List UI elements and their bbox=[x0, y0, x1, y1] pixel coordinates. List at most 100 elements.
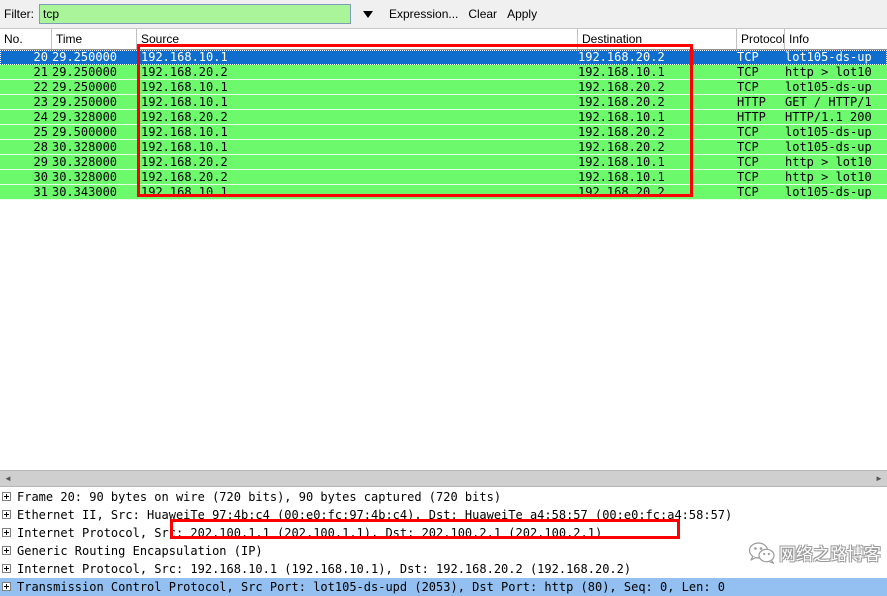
packet-list-header: No. Time Source Destination Protocol Inf… bbox=[0, 29, 887, 50]
cell-src: 192.168.10.1 bbox=[141, 125, 228, 139]
detail-row-label: Frame 20: 90 bytes on wire (720 bits), 9… bbox=[17, 490, 502, 504]
table-row[interactable]: 20 29.250000 192.168.10.1 192.168.20.2 TCP lo… bbox=[0, 50, 887, 65]
cell-no: 25 bbox=[33, 125, 48, 139]
table-row[interactable]: 30 30.328000 192.168.20.2 192.168.10.1 TCP ht… bbox=[0, 170, 887, 185]
cell-time: 29.328000 bbox=[52, 110, 118, 124]
cell-time: 29.250000 bbox=[52, 65, 118, 79]
scrollbar-track[interactable] bbox=[16, 471, 871, 486]
packet-list-pane[interactable]: No. Time Source Destination Protocol Inf… bbox=[0, 29, 887, 470]
cell-src: 192.168.20.2 bbox=[141, 155, 228, 169]
table-row[interactable]: 22 29.250000 192.168.10.1 192.168.20.2 TCP lo… bbox=[0, 80, 887, 95]
cell-no: 28 bbox=[33, 140, 48, 154]
cell-time: 30.343000 bbox=[52, 185, 118, 199]
column-header-source[interactable]: Source bbox=[137, 29, 578, 49]
column-header-info[interactable]: Info bbox=[785, 29, 887, 49]
column-header-protocol[interactable]: Protocol bbox=[737, 29, 785, 49]
expand-plus-icon[interactable] bbox=[2, 528, 11, 537]
cell-time: 29.250000 bbox=[52, 95, 118, 109]
cell-pro: HTTP bbox=[737, 110, 766, 124]
column-header-no[interactable]: No. bbox=[0, 29, 52, 49]
cell-info: lot105-ds-up bbox=[785, 80, 872, 94]
cell-pro: TCP bbox=[737, 170, 759, 184]
detail-row[interactable]: Internet Protocol, Src: 192.168.10.1 (19… bbox=[0, 560, 887, 578]
cell-src: 192.168.20.2 bbox=[141, 170, 228, 184]
cell-no: 30 bbox=[33, 170, 48, 184]
cell-src: 192.168.10.1 bbox=[141, 80, 228, 94]
cell-dst: 192.168.20.2 bbox=[578, 80, 665, 94]
detail-row[interactable]: Generic Routing Encapsulation (IP) bbox=[0, 542, 887, 560]
detail-row[interactable]: Ethernet II, Src: HuaweiTe_97:4b:c4 (00:… bbox=[0, 506, 887, 524]
detail-row[interactable]: Frame 20: 90 bytes on wire (720 bits), 9… bbox=[0, 488, 887, 506]
expand-plus-icon[interactable] bbox=[2, 564, 11, 573]
table-row[interactable]: 23 29.250000 192.168.10.1 192.168.20.2 HTTP G… bbox=[0, 95, 887, 110]
detail-row[interactable]: Transmission Control Protocol, Src Port:… bbox=[0, 578, 887, 596]
expand-plus-icon[interactable] bbox=[2, 510, 11, 519]
cell-pro: TCP bbox=[737, 140, 759, 154]
detail-row-label: Internet Protocol, Src: 192.168.10.1 (19… bbox=[17, 562, 632, 576]
expand-plus-icon[interactable] bbox=[2, 492, 11, 501]
cell-pro: TCP bbox=[737, 185, 759, 199]
cell-pro: TCP bbox=[737, 125, 759, 139]
detail-row-label: Ethernet II, Src: HuaweiTe_97:4b:c4 (00:… bbox=[17, 508, 733, 522]
cell-pro: TCP bbox=[737, 50, 759, 64]
scroll-left-arrow-icon[interactable]: ◄ bbox=[0, 471, 16, 486]
cell-dst: 192.168.10.1 bbox=[578, 170, 665, 184]
cell-no: 20 bbox=[33, 50, 48, 64]
detail-row[interactable]: Internet Protocol, Src: 202.100.1.1 (202… bbox=[0, 524, 887, 542]
filter-input[interactable] bbox=[39, 4, 351, 24]
table-row[interactable]: 24 29.328000 192.168.20.2 192.168.10.1 HTTP H… bbox=[0, 110, 887, 125]
cell-dst: 192.168.20.2 bbox=[578, 185, 665, 199]
packet-list-horizontal-scrollbar[interactable]: ◄ ► bbox=[0, 470, 887, 487]
cell-no: 21 bbox=[33, 65, 48, 79]
detail-rows-container: Frame 20: 90 bytes on wire (720 bits), 9… bbox=[0, 488, 887, 596]
expression-button[interactable]: Expression... bbox=[389, 7, 458, 21]
cell-dst: 192.168.20.2 bbox=[578, 95, 665, 109]
clear-button[interactable]: Clear bbox=[468, 7, 497, 21]
apply-button[interactable]: Apply bbox=[507, 7, 537, 21]
cell-info: http > lot10 bbox=[785, 170, 872, 184]
cell-info: http > lot10 bbox=[785, 65, 872, 79]
cell-time: 29.500000 bbox=[52, 125, 118, 139]
cell-src: 192.168.10.1 bbox=[141, 95, 228, 109]
packet-details-pane[interactable]: Frame 20: 90 bytes on wire (720 bits), 9… bbox=[0, 488, 887, 596]
packet-rows-container: 20 29.250000 192.168.10.1 192.168.20.2 TCP lo… bbox=[0, 50, 887, 200]
wireshark-window: Filter: Expression... Clear Apply No. Ti… bbox=[0, 0, 887, 596]
cell-src: 192.168.10.1 bbox=[141, 50, 228, 64]
expand-plus-icon[interactable] bbox=[2, 582, 11, 591]
cell-info: GET / HTTP/1 bbox=[785, 95, 872, 109]
cell-pro: TCP bbox=[737, 65, 759, 79]
chevron-down-icon[interactable] bbox=[357, 4, 379, 24]
cell-time: 30.328000 bbox=[52, 140, 118, 154]
column-header-destination[interactable]: Destination bbox=[578, 29, 737, 49]
cell-no: 22 bbox=[33, 80, 48, 94]
table-row[interactable]: 25 29.500000 192.168.10.1 192.168.20.2 TCP lo… bbox=[0, 125, 887, 140]
table-row[interactable]: 31 30.343000 192.168.10.1 192.168.20.2 TCP lo… bbox=[0, 185, 887, 200]
cell-info: lot105-ds-up bbox=[785, 140, 872, 154]
cell-src: 192.168.10.1 bbox=[141, 185, 228, 199]
cell-no: 24 bbox=[33, 110, 48, 124]
filter-label: Filter: bbox=[4, 7, 34, 21]
cell-src: 192.168.20.2 bbox=[141, 110, 228, 124]
cell-dst: 192.168.20.2 bbox=[578, 125, 665, 139]
cell-time: 29.250000 bbox=[52, 80, 118, 94]
cell-no: 23 bbox=[33, 95, 48, 109]
cell-dst: 192.168.10.1 bbox=[578, 155, 665, 169]
table-row[interactable]: 21 29.250000 192.168.20.2 192.168.10.1 TCP ht… bbox=[0, 65, 887, 80]
cell-time: 29.250000 bbox=[52, 50, 118, 64]
cell-pro: TCP bbox=[737, 80, 759, 94]
scroll-right-arrow-icon[interactable]: ► bbox=[871, 471, 887, 486]
table-row[interactable]: 28 30.328000 192.168.10.1 192.168.20.2 TCP lo… bbox=[0, 140, 887, 155]
detail-row-label: Transmission Control Protocol, Src Port:… bbox=[17, 580, 726, 594]
expand-plus-icon[interactable] bbox=[2, 546, 11, 555]
cell-time: 30.328000 bbox=[52, 170, 118, 184]
table-row[interactable]: 29 30.328000 192.168.20.2 192.168.10.1 TCP ht… bbox=[0, 155, 887, 170]
cell-src: 192.168.20.2 bbox=[141, 65, 228, 79]
cell-dst: 192.168.20.2 bbox=[578, 50, 665, 64]
cell-pro: HTTP bbox=[737, 95, 766, 109]
cell-no: 31 bbox=[33, 185, 48, 199]
column-header-time[interactable]: Time bbox=[52, 29, 137, 49]
detail-row-label: Generic Routing Encapsulation (IP) bbox=[17, 544, 263, 558]
cell-dst: 192.168.10.1 bbox=[578, 65, 665, 79]
filter-toolbar: Filter: Expression... Clear Apply bbox=[0, 0, 887, 29]
cell-no: 29 bbox=[33, 155, 48, 169]
